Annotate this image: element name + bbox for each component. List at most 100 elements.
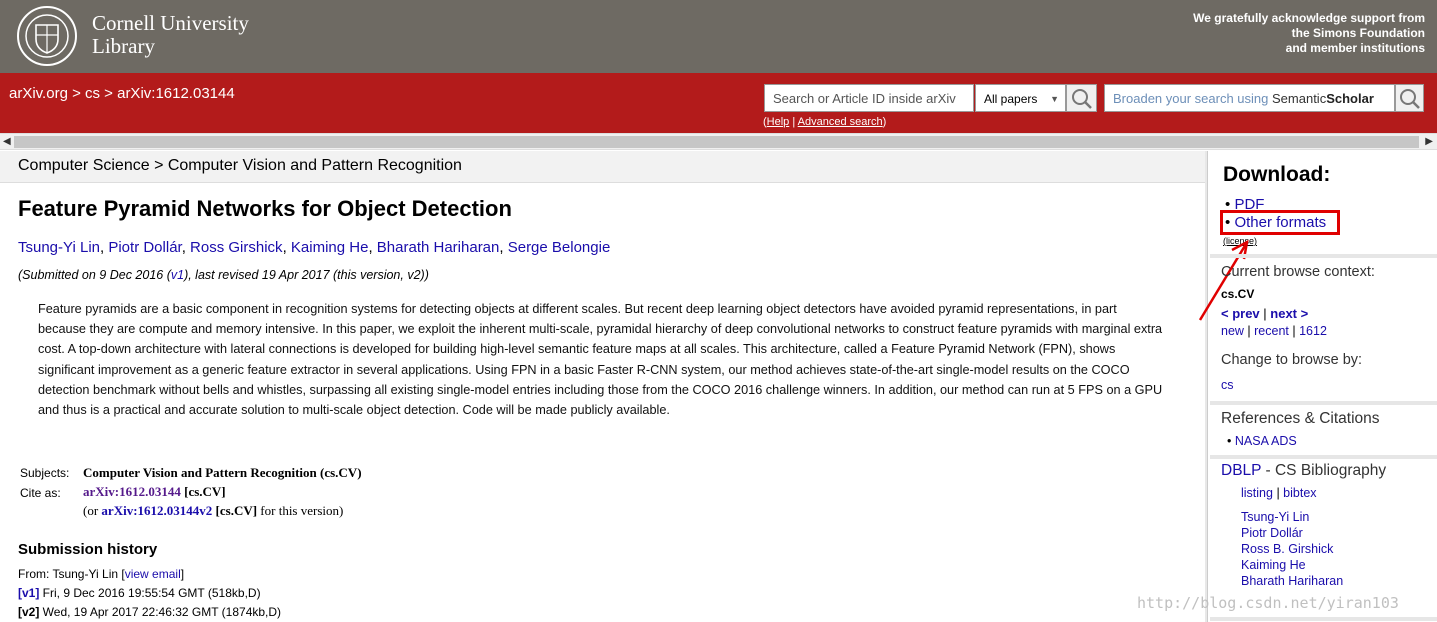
change-browse-label: Change to browse by: — [1221, 352, 1363, 368]
month-link[interactable]: 1612 — [1299, 324, 1327, 338]
separator: , — [282, 239, 291, 256]
watermark: http://blog.csdn.net/yiran103 — [1137, 594, 1399, 612]
scroll-left-icon[interactable]: ◀ — [3, 136, 11, 147]
semantic-scholar-search-button[interactable] — [1395, 84, 1424, 112]
version-v1-link[interactable]: v1 — [171, 268, 184, 282]
nasa-ads-link[interactable]: NASA ADS — [1235, 434, 1297, 448]
paren: ) — [882, 116, 887, 128]
date-text: (Submitted on 9 Dec 2016 ( — [18, 268, 171, 282]
library-name[interactable]: Cornell University Library — [92, 12, 249, 58]
view-email-link[interactable]: view email — [125, 567, 181, 581]
cite-as-label: Cite as: — [20, 486, 61, 500]
search-scope-select[interactable]: All papers ▼ — [975, 84, 1066, 112]
library-name-line2: Library — [92, 34, 155, 58]
separator: | — [1243, 324, 1255, 338]
sidebar-divider — [1210, 401, 1437, 405]
prev-link[interactable]: < prev — [1221, 306, 1260, 321]
browse-context-value: cs.CV — [1221, 287, 1255, 301]
nasa-ads-item: • NASA ADS — [1227, 434, 1297, 448]
author-link[interactable]: Piotr Dollár — [108, 239, 181, 256]
semantic-scholar-brand-bold: Scholar — [1326, 91, 1374, 106]
subjects-value: Computer Vision and Pattern Recognition … — [83, 465, 362, 480]
search-input[interactable]: Search or Article ID inside arXiv — [764, 84, 974, 112]
version-v1-link[interactable]: [v1] — [18, 586, 39, 600]
date-text: ), last revised 19 Apr 2017 (this versio… — [184, 268, 429, 282]
next-link[interactable]: next > — [1270, 306, 1308, 321]
version-details: Fri, 9 Dec 2016 19:55:54 GMT (518kb,D) — [39, 586, 261, 600]
arxiv-id-link[interactable]: arXiv:1612.03144 — [83, 484, 181, 499]
dblp-author-name[interactable]: Piotr Dollár — [1241, 526, 1303, 540]
browse-cs-link: cs — [1221, 378, 1234, 392]
author-link[interactable]: Bharath Hariharan — [377, 239, 500, 256]
submission-history-title: Submission history — [18, 541, 158, 558]
separator: | — [1288, 324, 1300, 338]
bibtex-link[interactable]: bibtex — [1283, 486, 1316, 500]
recent-link[interactable]: recent — [1254, 324, 1289, 338]
dblp-author-name[interactable]: Tsung-Yi Lin — [1241, 510, 1309, 524]
cornell-seal-icon[interactable] — [16, 5, 78, 67]
references-title: References & Citations — [1221, 410, 1380, 427]
paper-title: Feature Pyramid Networks for Object Dete… — [18, 196, 512, 221]
help-link[interactable]: Help — [767, 116, 790, 128]
search-icon — [1072, 89, 1092, 109]
new-link[interactable]: new — [1221, 324, 1244, 338]
dblp-author-link[interactable]: Ross B. Girshick — [1241, 542, 1333, 556]
subject-header: Computer Science > Computer Vision and P… — [0, 151, 1205, 183]
dblp-author-link[interactable]: Bharath Hariharan — [1241, 574, 1343, 588]
listing-link[interactable]: listing — [1241, 486, 1273, 500]
horizontal-scrollbar[interactable]: ◀ ▶ — [0, 133, 1437, 150]
sidebar-divider — [1210, 455, 1437, 459]
version-details: Wed, 19 Apr 2017 22:46:32 GMT (1874kb,D) — [39, 605, 282, 619]
submitter-text: ] — [180, 567, 185, 581]
scrollbar-thumb[interactable] — [14, 136, 1419, 148]
dblp-suffix: - CS Bibliography — [1261, 462, 1387, 479]
library-name-line1: Cornell University — [92, 11, 249, 35]
breadcrumb[interactable]: arXiv.org > cs > arXiv:1612.03144 — [9, 85, 235, 102]
separator: | — [1272, 486, 1284, 500]
search-button[interactable] — [1066, 84, 1097, 112]
browse-context-label: Current browse context: — [1221, 264, 1375, 280]
author-list: Tsung-Yi Lin, Piotr Dollár, Ross Girshic… — [18, 239, 610, 256]
author-link[interactable]: Tsung-Yi Lin — [18, 239, 100, 256]
author-link[interactable]: Serge Belongie — [508, 239, 611, 256]
dblp-link[interactable]: DBLP — [1221, 462, 1261, 479]
semantic-scholar-search-input[interactable]: Broaden your search using SemanticSchola… — [1104, 84, 1395, 112]
separator: , — [368, 239, 377, 256]
cite-version: (or arXiv:1612.03144v2 [cs.CV] for this … — [83, 503, 343, 519]
cite-text: for this version) — [257, 503, 344, 518]
abstract: Feature pyramids are a basic component i… — [38, 302, 1163, 418]
support-line: the Simons Foundation — [1291, 26, 1425, 40]
dblp-title: DBLP - CS Bibliography — [1221, 462, 1386, 480]
dblp-author-name[interactable]: Kaiming He — [1241, 558, 1306, 572]
version-row: [v2] Wed, 19 Apr 2017 22:46:32 GMT (1874… — [18, 605, 281, 619]
dblp-author-link[interactable]: Piotr Dollár — [1241, 526, 1303, 540]
category-tag: [cs.CV] — [180, 484, 226, 499]
semantic-scholar-placeholder: Broaden your search using — [1113, 91, 1269, 106]
cs-link[interactable]: cs — [1221, 378, 1234, 392]
dblp-author-name[interactable]: Ross B. Girshick — [1241, 542, 1333, 556]
submitter-text: From: Tsung-Yi Lin [ — [18, 567, 125, 581]
prev-next-nav: < prev | next > — [1221, 306, 1308, 321]
support-acknowledgement[interactable]: We gratefully acknowledge support from t… — [1193, 11, 1425, 56]
submission-dates: (Submitted on 9 Dec 2016 (v1), last revi… — [18, 268, 429, 282]
author-link[interactable]: Ross Girshick — [190, 239, 283, 256]
search-icon — [1400, 89, 1420, 109]
scroll-right-icon[interactable]: ▶ — [1425, 136, 1433, 147]
sidebar-divider — [1210, 254, 1437, 258]
subject-path: Computer Science > Computer Vision and P… — [18, 157, 462, 174]
separator: , — [181, 239, 191, 256]
advanced-search-link[interactable]: Advanced search — [798, 116, 883, 128]
support-line: and member institutions — [1285, 41, 1425, 55]
library-header: Cornell University Library We gratefully… — [0, 0, 1437, 73]
dblp-author-link[interactable]: Kaiming He — [1241, 558, 1306, 572]
bullet-icon: • — [1227, 434, 1232, 448]
author-link[interactable]: Kaiming He — [291, 239, 369, 256]
cite-text: (or — [83, 503, 102, 518]
arxiv-version-link[interactable]: arXiv:1612.03144v2 — [101, 503, 212, 518]
download-title: Download: — [1223, 163, 1331, 186]
subjects-label: Subjects: — [20, 466, 70, 480]
dblp-author-link[interactable]: Tsung-Yi Lin — [1241, 510, 1309, 524]
browse-links: new | recent | 1612 — [1221, 324, 1327, 338]
search-scope-value: All papers — [984, 92, 1038, 106]
dblp-author-name[interactable]: Bharath Hariharan — [1241, 574, 1343, 588]
